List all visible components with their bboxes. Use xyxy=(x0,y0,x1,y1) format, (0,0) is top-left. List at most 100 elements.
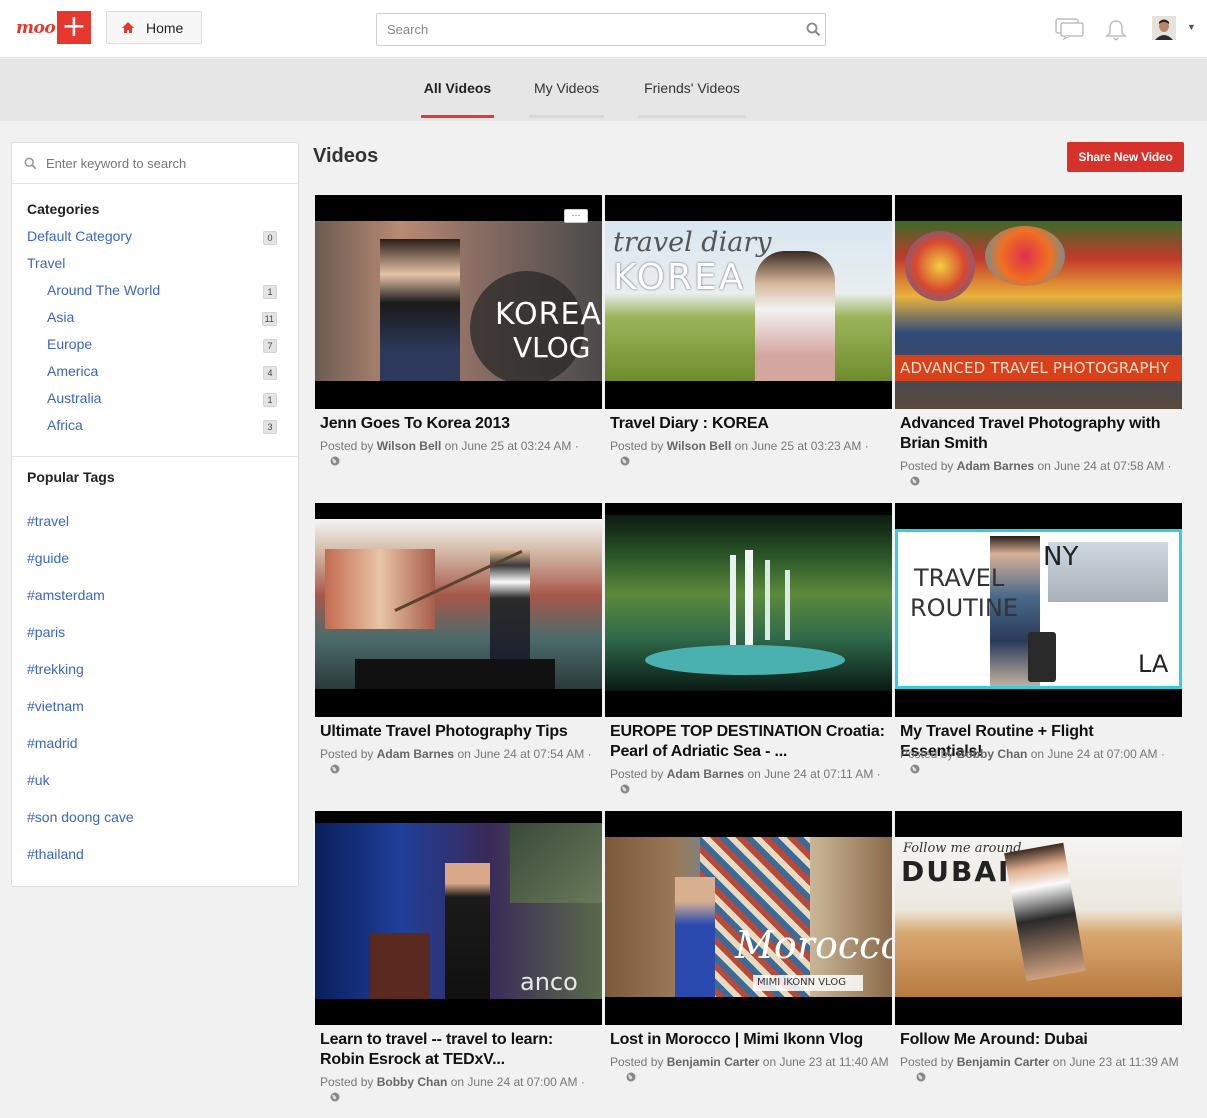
tag-link[interactable]: #thailand xyxy=(27,846,84,862)
category-count: 3 xyxy=(263,420,277,434)
video-title[interactable]: Follow Me Around: Dubai xyxy=(900,1030,1180,1050)
tab-my-videos[interactable]: My Videos xyxy=(529,59,604,121)
category-item[interactable]: Asia 11 xyxy=(27,309,277,329)
video-meta: Posted by Wilson Bell on June 25 at 03:2… xyxy=(320,439,579,453)
category-link[interactable]: America xyxy=(47,363,98,379)
video-card[interactable]: travel diary KOREA Travel Diary : KOREA … xyxy=(605,195,892,466)
overlay-text: NY xyxy=(1043,542,1079,572)
video-thumbnail[interactable]: anco xyxy=(315,811,602,1025)
sidebar-search-input[interactable] xyxy=(46,153,286,173)
video-author[interactable]: Wilson Bell xyxy=(667,439,732,453)
video-card[interactable]: ADVANCED TRAVEL PHOTOGRAPHY Advanced Tra… xyxy=(895,195,1182,486)
category-count: 4 xyxy=(263,366,277,380)
create-plus-button[interactable]: + xyxy=(57,11,91,44)
global-search-input[interactable] xyxy=(377,14,787,45)
category-item[interactable]: Default Category 0 xyxy=(27,228,277,248)
tag-link[interactable]: #vietnam xyxy=(27,698,84,714)
video-thumbnail[interactable]: TRAVEL ROUTINE NY LA xyxy=(895,503,1182,717)
tag-link[interactable]: #trekking xyxy=(27,661,84,677)
search-icon[interactable] xyxy=(806,22,821,37)
video-thumbnail[interactable]: ADVANCED TRAVEL PHOTOGRAPHY xyxy=(895,195,1182,409)
category-item[interactable]: Travel xyxy=(27,255,277,275)
category-count: 7 xyxy=(263,339,277,353)
category-link[interactable]: Europe xyxy=(47,336,92,352)
category-item[interactable]: America 4 xyxy=(27,363,277,383)
video-author[interactable]: Bobby Chan xyxy=(377,1075,448,1089)
category-item[interactable]: Africa 3 xyxy=(27,417,277,437)
overlay-text: Follow me around xyxy=(903,841,1022,856)
video-thumbnail[interactable] xyxy=(315,503,602,717)
video-card[interactable]: Morocco MIMI IKONN VLOG Lost in Morocco … xyxy=(605,811,892,1082)
globe-icon xyxy=(916,1072,926,1082)
video-title[interactable]: Learn to travel -- travel to learn: Robi… xyxy=(320,1030,600,1070)
tab-label: My Videos xyxy=(533,80,600,96)
chat-icon[interactable] xyxy=(1055,18,1084,40)
video-author[interactable]: Benjamin Carter xyxy=(667,1055,760,1069)
video-thumbnail[interactable]: travel diary KOREA xyxy=(605,195,892,409)
overlay-text: TRAVEL xyxy=(914,564,1005,592)
logo[interactable]: moo xyxy=(16,18,56,38)
overlay-text: travel diary xyxy=(613,227,772,258)
video-thumbnail[interactable]: Follow me around DUBAI xyxy=(895,811,1182,1025)
video-author[interactable]: Wilson Bell xyxy=(377,439,442,453)
more-options-button[interactable]: ··· xyxy=(564,209,588,223)
category-link[interactable]: Australia xyxy=(47,390,101,406)
category-count: 0 xyxy=(263,231,277,245)
tag-link[interactable]: #travel xyxy=(27,513,69,529)
category-link[interactable]: Around The World xyxy=(47,282,160,298)
category-item[interactable]: Australia 1 xyxy=(27,390,277,410)
video-author[interactable]: Adam Barnes xyxy=(957,459,1034,473)
category-count: 11 xyxy=(261,312,277,326)
video-title[interactable]: Jenn Goes To Korea 2013 xyxy=(320,414,600,434)
sidebar-divider xyxy=(12,456,298,457)
overlay-text: VLOG xyxy=(513,331,591,364)
top-navbar: moo + Home ▼ xyxy=(0,0,1207,58)
video-card[interactable]: Follow me around DUBAI Follow Me Around:… xyxy=(895,811,1182,1082)
category-link[interactable]: Travel xyxy=(27,255,65,271)
overlay-text: KOREA xyxy=(495,297,602,332)
home-button[interactable]: Home xyxy=(106,11,202,44)
video-title[interactable]: EUROPE TOP DESTINATION Croatia: Pearl of… xyxy=(610,722,890,762)
video-title[interactable]: Advanced Travel Photography with Brian S… xyxy=(900,414,1180,454)
video-author[interactable]: Adam Barnes xyxy=(377,747,454,761)
video-author[interactable]: Benjamin Carter xyxy=(957,1055,1050,1069)
video-title[interactable]: Ultimate Travel Photography Tips xyxy=(320,722,600,742)
category-link[interactable]: Asia xyxy=(47,309,74,325)
video-thumbnail[interactable]: KOREA VLOG ··· xyxy=(315,195,602,409)
tag-link[interactable]: #son doong cave xyxy=(27,809,134,825)
video-thumbnail[interactable] xyxy=(605,503,892,717)
thumbnail-image: ADVANCED TRAVEL PHOTOGRAPHY xyxy=(895,221,1182,409)
globe-icon xyxy=(910,476,920,486)
tab-friends-videos[interactable]: Friends' Videos xyxy=(638,59,746,121)
video-title[interactable]: Travel Diary : KOREA xyxy=(610,414,890,434)
tag-link[interactable]: #madrid xyxy=(27,735,78,751)
category-link[interactable]: Africa xyxy=(47,417,83,433)
tab-all-videos[interactable]: All Videos xyxy=(421,59,494,121)
avatar[interactable] xyxy=(1152,16,1176,40)
tab-underline xyxy=(421,115,494,118)
tag-link[interactable]: #paris xyxy=(27,624,65,640)
category-item[interactable]: Europe 7 xyxy=(27,336,277,356)
video-author[interactable]: Bobby Chan xyxy=(957,747,1028,761)
globe-icon xyxy=(910,764,920,774)
tag-link[interactable]: #guide xyxy=(27,550,69,566)
video-title[interactable]: Lost in Morocco | Mimi Ikonn Vlog xyxy=(610,1030,890,1050)
overlay-text: Morocco xyxy=(735,923,892,967)
thumbnail-image: KOREA VLOG xyxy=(315,221,602,381)
bell-icon[interactable] xyxy=(1105,19,1127,41)
video-tabs: All Videos My Videos Friends' Videos xyxy=(0,59,1207,121)
video-card[interactable]: EUROPE TOP DESTINATION Croatia: Pearl of… xyxy=(605,503,892,794)
video-card[interactable]: Ultimate Travel Photography Tips Posted … xyxy=(315,503,602,774)
video-card[interactable]: anco Learn to travel -- travel to learn:… xyxy=(315,811,602,1102)
video-thumbnail[interactable]: Morocco MIMI IKONN VLOG xyxy=(605,811,892,1025)
tag-link[interactable]: #amsterdam xyxy=(27,587,105,603)
globe-icon xyxy=(620,456,630,466)
share-new-video-button[interactable]: Share New Video xyxy=(1067,142,1184,172)
category-item[interactable]: Around The World 1 xyxy=(27,282,277,302)
tag-link[interactable]: #uk xyxy=(27,772,50,788)
video-card[interactable]: TRAVEL ROUTINE NY LA My Travel Routine +… xyxy=(895,503,1182,774)
caret-down-icon[interactable]: ▼ xyxy=(1187,22,1196,32)
video-author[interactable]: Adam Barnes xyxy=(667,767,744,781)
category-link[interactable]: Default Category xyxy=(27,228,132,244)
video-card[interactable]: KOREA VLOG ··· Jenn Goes To Korea 2013 P… xyxy=(315,195,602,466)
